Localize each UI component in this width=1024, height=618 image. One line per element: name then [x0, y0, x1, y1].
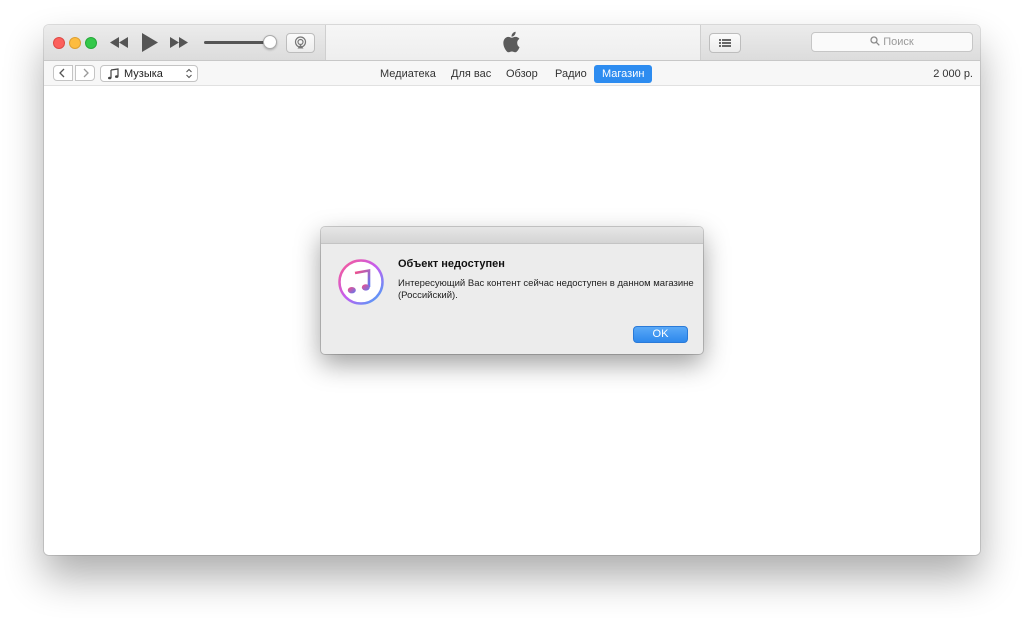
minimize-window-button[interactable]: [69, 37, 81, 49]
close-window-button[interactable]: [53, 37, 65, 49]
apple-logo-icon: [503, 31, 520, 53]
back-button[interactable]: [53, 65, 73, 81]
dialog-message: Интересующий Вас контент сейчас недоступ…: [398, 278, 694, 301]
rewind-icon[interactable]: [110, 37, 128, 48]
media-kind-select[interactable]: Музыка: [100, 65, 198, 82]
music-note-icon: [108, 68, 119, 80]
search-placeholder-wrap: Поиск: [812, 36, 972, 48]
status-display: [325, 25, 701, 60]
dialog-titlebar: [321, 227, 703, 244]
alert-dialog: Объект недоступен Интересующий Вас конте…: [321, 227, 703, 354]
tab-browse[interactable]: Обзор: [506, 65, 538, 83]
tab-radio[interactable]: Радио: [555, 65, 587, 83]
tab-store[interactable]: Магазин: [594, 65, 653, 83]
titlebar: Поиск: [44, 25, 980, 61]
list-icon: [719, 39, 731, 47]
up-next-list-button[interactable]: [709, 33, 741, 53]
chevron-up-down-icon: [186, 68, 192, 79]
navigation-bar: Музыка Медиатека Для вас Обзор Радио Маг…: [44, 61, 980, 86]
play-icon[interactable]: [142, 33, 158, 52]
chevron-left-icon: [59, 68, 65, 78]
search-placeholder: Поиск: [883, 36, 914, 48]
dialog-title: Объект недоступен: [398, 258, 505, 270]
airplay-button[interactable]: [286, 33, 315, 53]
chevron-right-icon: [83, 68, 89, 78]
airplay-icon: [294, 36, 307, 49]
account-balance[interactable]: 2 000 р.: [933, 68, 973, 80]
volume-slider[interactable]: [204, 41, 270, 44]
search-icon: [870, 36, 881, 46]
fast-forward-icon[interactable]: [170, 37, 188, 48]
volume-slider-knob[interactable]: [263, 35, 277, 49]
zoom-window-button[interactable]: [85, 37, 97, 49]
tab-for-you[interactable]: Для вас: [451, 65, 491, 83]
itunes-app-icon: [338, 259, 384, 305]
tab-library[interactable]: Медиатека: [380, 65, 436, 83]
forward-button[interactable]: [75, 65, 95, 81]
ok-button[interactable]: OK: [633, 326, 688, 343]
search-input[interactable]: Поиск: [811, 32, 973, 52]
media-kind-label: Музыка: [124, 68, 163, 80]
